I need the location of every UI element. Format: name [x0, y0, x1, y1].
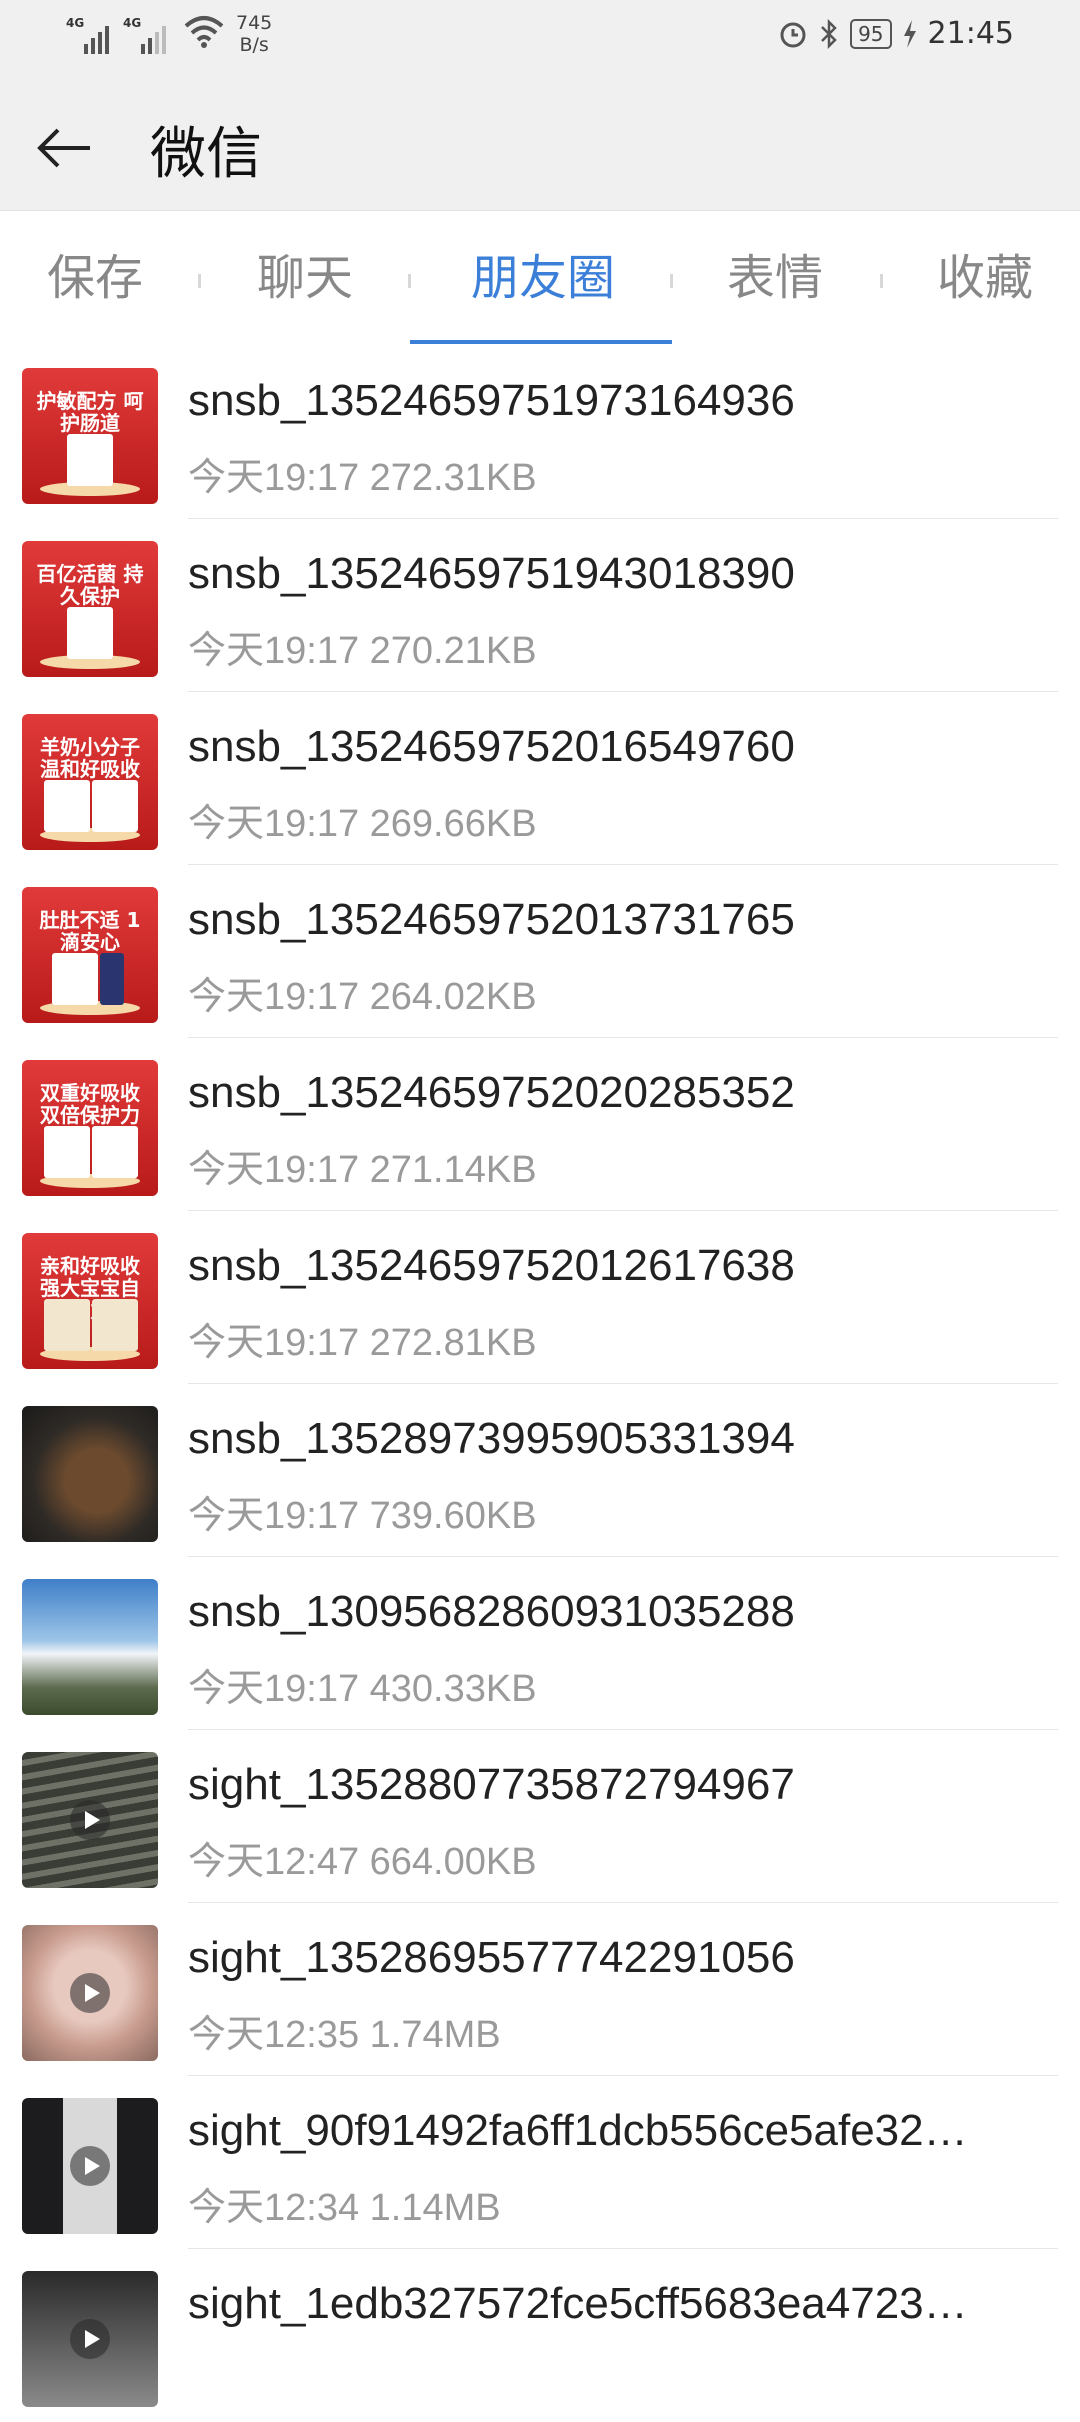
thumbnail-image: 亲和好吸收 强大宝宝自护力 — [22, 1233, 158, 1369]
file-name: sight_1edb327572fce5cff5683ea4723… — [188, 2279, 968, 2328]
file-meta: 今天19:17 272.81KB — [188, 1322, 537, 1364]
play-icon — [70, 1800, 110, 1840]
file-name: snsb_13524659752013731765 — [188, 895, 795, 944]
active-tab-indicator — [410, 340, 672, 344]
app-bar: 微信 — [0, 75, 1080, 211]
tab-divider — [670, 274, 673, 288]
file-meta: 今天19:17 271.14KB — [188, 1149, 537, 1191]
tab-save[interactable]: 保存 — [40, 248, 150, 308]
list-item[interactable]: sight_90f91492fa6ff1dcb556ce5afe32… 今天12… — [0, 2076, 1080, 2249]
thumbnail-image: 护敏配方 呵护肠道 — [22, 368, 158, 504]
video-thumbnail — [22, 1925, 158, 2061]
file-name: snsb_13528973995905331394 — [188, 1414, 795, 1463]
list-item[interactable]: sight_1edb327572fce5cff5683ea4723… — [0, 2249, 1080, 2422]
file-meta: 今天19:17 739.60KB — [188, 1495, 537, 1537]
list-item[interactable]: 双重好吸收 双倍保护力 snsb_13524659752020285352 今天… — [0, 1038, 1080, 1211]
file-name: sight_90f91492fa6ff1dcb556ce5afe32… — [188, 2106, 968, 2155]
file-name: snsb_13524659752020285352 — [188, 1068, 795, 1117]
net-speed: 745 B/s — [236, 12, 273, 56]
list-item[interactable]: 护敏配方 呵护肠道 snsb_13524659751973164936 今天19… — [0, 346, 1080, 519]
bluetooth-icon — [821, 18, 837, 49]
thumbnail-image: 羊奶小分子 温和好吸收 — [22, 714, 158, 850]
file-meta: 今天12:34 1.14MB — [188, 2187, 501, 2229]
list-item[interactable]: sight_13528807735872794967 今天12:47 664.0… — [0, 1730, 1080, 1903]
tab-divider — [408, 274, 411, 288]
video-thumbnail — [22, 2271, 158, 2407]
thumbnail-image: 肚肚不适 1滴安心 — [22, 887, 158, 1023]
list-item[interactable]: snsb_13095682860931035288 今天19:17 430.33… — [0, 1557, 1080, 1730]
file-meta: 今天12:47 664.00KB — [188, 1841, 537, 1883]
file-list: 护敏配方 呵护肠道 snsb_13524659751973164936 今天19… — [0, 346, 1080, 2422]
back-button[interactable] — [30, 113, 100, 183]
page-title: 微信 — [150, 122, 262, 187]
thumbnail-image: 百亿活菌 持久保护 — [22, 541, 158, 677]
list-item[interactable]: sight_13528695577742291056 今天12:35 1.74M… — [0, 1903, 1080, 2076]
tab-divider — [880, 274, 883, 288]
file-meta: 今天19:17 270.21KB — [188, 630, 537, 672]
thumbnail-image — [22, 1406, 158, 1542]
list-item[interactable]: 肚肚不适 1滴安心 snsb_13524659752013731765 今天19… — [0, 865, 1080, 1038]
list-item[interactable]: 百亿活菌 持久保护 snsb_13524659751943018390 今天19… — [0, 519, 1080, 692]
tab-chat[interactable]: 聊天 — [250, 248, 360, 308]
list-item[interactable]: 羊奶小分子 温和好吸收 snsb_13524659752016549760 今天… — [0, 692, 1080, 865]
play-icon — [70, 2319, 110, 2359]
video-thumbnail — [22, 1752, 158, 1888]
file-meta: 今天12:35 1.74MB — [188, 2014, 501, 2056]
file-name: snsb_13524659752016549760 — [188, 722, 795, 771]
file-name: snsb_13524659751943018390 — [188, 549, 795, 598]
video-thumbnail — [22, 2098, 158, 2234]
signal-icon-2: 4G — [123, 14, 166, 54]
tab-favorites[interactable]: 收藏 — [930, 248, 1040, 308]
signal-icon: 4G — [66, 14, 109, 54]
file-name: snsb_13095682860931035288 — [188, 1587, 795, 1636]
list-item[interactable]: 亲和好吸收 强大宝宝自护力 snsb_13524659752012617638 … — [0, 1211, 1080, 1384]
file-meta: 今天19:17 269.66KB — [188, 803, 537, 845]
file-name: snsb_13524659751973164936 — [188, 376, 795, 425]
file-meta: 今天19:17 272.31KB — [188, 457, 537, 499]
thumbnail-image — [22, 1579, 158, 1715]
file-meta: 今天19:17 430.33KB — [188, 1668, 537, 1710]
play-icon — [70, 1973, 110, 2013]
tab-bar: 保存 聊天 朋友圈 表情 收藏 — [0, 212, 1080, 346]
alarm-icon — [780, 22, 806, 47]
battery-indicator: 95 — [850, 18, 892, 49]
thumbnail-image: 双重好吸收 双倍保护力 — [22, 1060, 158, 1196]
file-meta: 今天19:17 264.02KB — [188, 976, 537, 1018]
file-name: sight_13528807735872794967 — [188, 1760, 795, 1809]
status-bar: 4G 4G 745 B/s 95 21:45 — [0, 0, 1080, 75]
clock: 21:45 — [927, 16, 1014, 51]
list-item[interactable]: snsb_13528973995905331394 今天19:17 739.60… — [0, 1384, 1080, 1557]
tab-divider — [198, 274, 201, 288]
charging-icon — [903, 19, 916, 48]
play-icon — [70, 2146, 110, 2186]
arrow-left-icon — [37, 128, 90, 168]
tab-stickers[interactable]: 表情 — [720, 248, 830, 308]
wifi-icon — [184, 16, 224, 48]
file-name: snsb_13524659752012617638 — [188, 1241, 795, 1290]
file-name: sight_13528695577742291056 — [188, 1933, 795, 1982]
tab-moments[interactable]: 朋友圈 — [460, 248, 626, 308]
